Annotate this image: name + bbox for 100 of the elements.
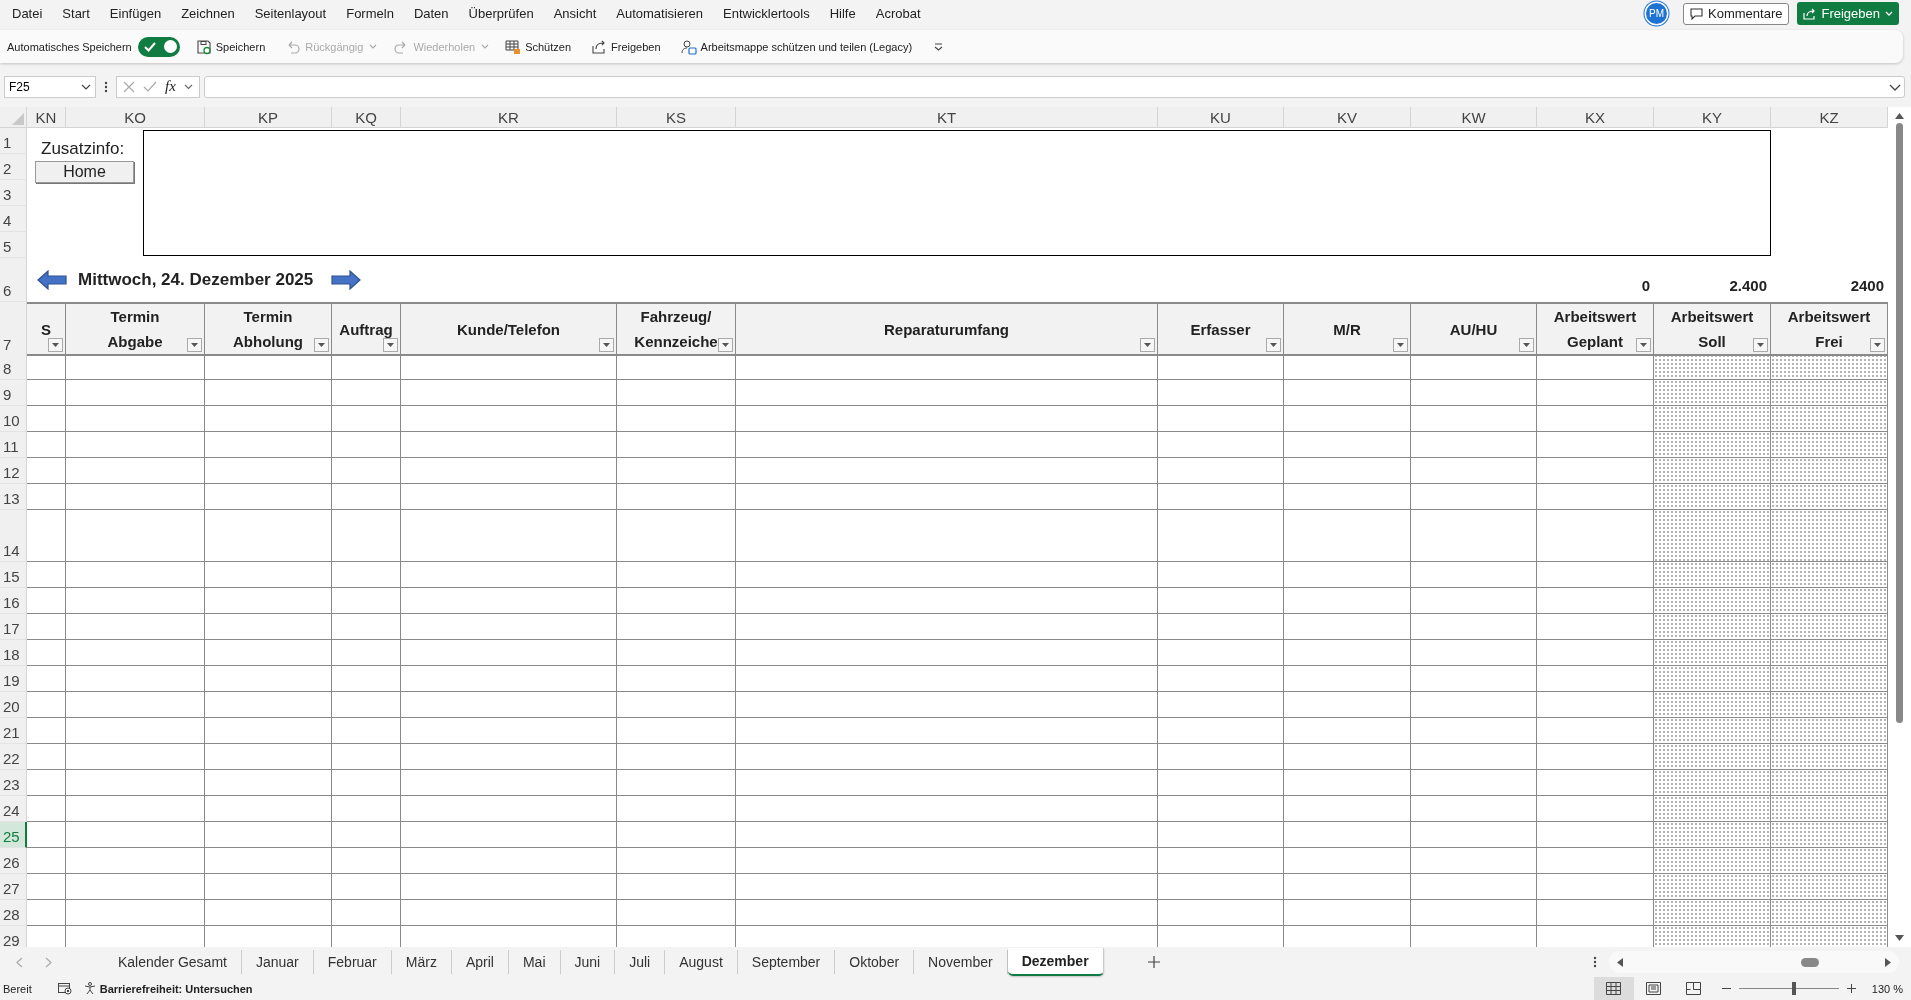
table-cell[interactable] [1654,926,1771,947]
table-cell[interactable] [401,874,617,900]
table-cell[interactable] [205,666,332,692]
table-cell[interactable] [1158,848,1284,874]
menu-item[interactable]: Entwicklertools [713,3,820,24]
table-cell[interactable] [617,510,736,562]
table-cell[interactable] [205,692,332,718]
row-header[interactable]: 1 [0,128,27,154]
table-cell[interactable] [1284,796,1411,822]
table-cell[interactable] [27,354,66,380]
table-cell[interactable] [1411,484,1537,510]
table-cell[interactable] [27,432,66,458]
table-cell[interactable] [401,770,617,796]
scroll-down-icon[interactable] [1895,935,1904,941]
filter-button[interactable] [383,338,398,352]
table-cell[interactable] [27,510,66,562]
table-cell[interactable] [1284,588,1411,614]
table-cell[interactable] [1284,354,1411,380]
table-cell[interactable] [27,614,66,640]
table-cell[interactable] [1654,458,1771,484]
column-header[interactable]: KO [66,107,205,127]
table-cell[interactable] [1654,484,1771,510]
table-cell[interactable] [401,718,617,744]
table-cell[interactable] [66,796,205,822]
table-cell[interactable] [401,588,617,614]
table-cell[interactable] [736,770,1158,796]
table-cell[interactable] [205,562,332,588]
table-cell[interactable] [1158,666,1284,692]
row-header[interactable]: 23 [0,770,27,796]
table-cell[interactable] [617,380,736,406]
table-cell[interactable] [1411,692,1537,718]
zoom-slider-thumb[interactable] [1791,982,1796,995]
table-cell[interactable] [617,354,736,380]
table-cell[interactable] [66,432,205,458]
table-cell[interactable] [1771,562,1888,588]
row-header[interactable]: 7 [0,302,27,356]
table-cell[interactable] [736,380,1158,406]
table-cell[interactable] [1654,562,1771,588]
table-cell[interactable] [1411,666,1537,692]
table-cell[interactable] [736,744,1158,770]
table-cell[interactable] [1158,432,1284,458]
table-cell[interactable] [736,796,1158,822]
table-cell[interactable] [332,484,401,510]
table-cell[interactable] [27,770,66,796]
table-cell[interactable] [736,874,1158,900]
home-button[interactable]: Home [35,161,134,183]
table-cell[interactable] [1771,588,1888,614]
table-cell[interactable] [1284,718,1411,744]
table-cell[interactable] [27,458,66,484]
table-cell[interactable] [1284,406,1411,432]
filter-button[interactable] [599,338,614,352]
table-cell[interactable] [66,718,205,744]
table-cell[interactable] [66,692,205,718]
table-cell[interactable] [401,484,617,510]
sheet-tab[interactable]: Oktober [835,950,915,974]
table-cell[interactable] [1284,510,1411,562]
table-cell[interactable] [617,874,736,900]
table-cell[interactable] [1284,614,1411,640]
table-cell[interactable] [205,484,332,510]
table-cell[interactable] [1158,588,1284,614]
table-cell[interactable] [401,510,617,562]
column-header[interactable]: KR [401,107,617,127]
table-cell[interactable] [27,744,66,770]
column-header[interactable]: KS [617,107,736,127]
table-cell[interactable] [1284,380,1411,406]
table-cell[interactable] [332,510,401,562]
table-cell[interactable] [1771,874,1888,900]
table-cell[interactable] [1158,900,1284,926]
table-cell[interactable] [1411,874,1537,900]
column-header[interactable]: KY [1654,107,1771,127]
table-cell[interactable] [401,458,617,484]
row-header[interactable]: 3 [0,180,27,206]
row-header[interactable]: 8 [0,354,27,380]
row-header[interactable]: 15 [0,562,27,588]
table-cell[interactable] [401,796,617,822]
table-cell[interactable] [205,770,332,796]
table-cell[interactable] [1411,770,1537,796]
table-cell[interactable] [736,822,1158,848]
table-cell[interactable] [27,666,66,692]
table-cell[interactable] [205,640,332,666]
filter-button[interactable] [1140,338,1155,352]
table-cell[interactable] [1654,822,1771,848]
comments-button[interactable]: Kommentare [1683,2,1790,25]
sheet-tab[interactable]: Dezember [1007,948,1104,976]
add-sheet-icon[interactable] [1147,956,1160,968]
table-cell[interactable] [66,510,205,562]
table-cell[interactable] [1771,614,1888,640]
accessibility-button[interactable]: Barrierefreiheit: Untersuchen [83,982,253,995]
table-cell[interactable] [401,692,617,718]
table-cell[interactable] [1158,562,1284,588]
table-cell[interactable] [66,770,205,796]
table-cell[interactable] [1654,406,1771,432]
filter-button[interactable] [1636,338,1651,352]
table-cell[interactable] [401,614,617,640]
table-cell[interactable] [1284,640,1411,666]
zoom-in-icon[interactable] [1846,984,1856,993]
scroll-thumb[interactable] [1801,957,1819,967]
table-cell[interactable] [27,692,66,718]
table-cell[interactable] [1411,900,1537,926]
table-cell[interactable] [1771,848,1888,874]
